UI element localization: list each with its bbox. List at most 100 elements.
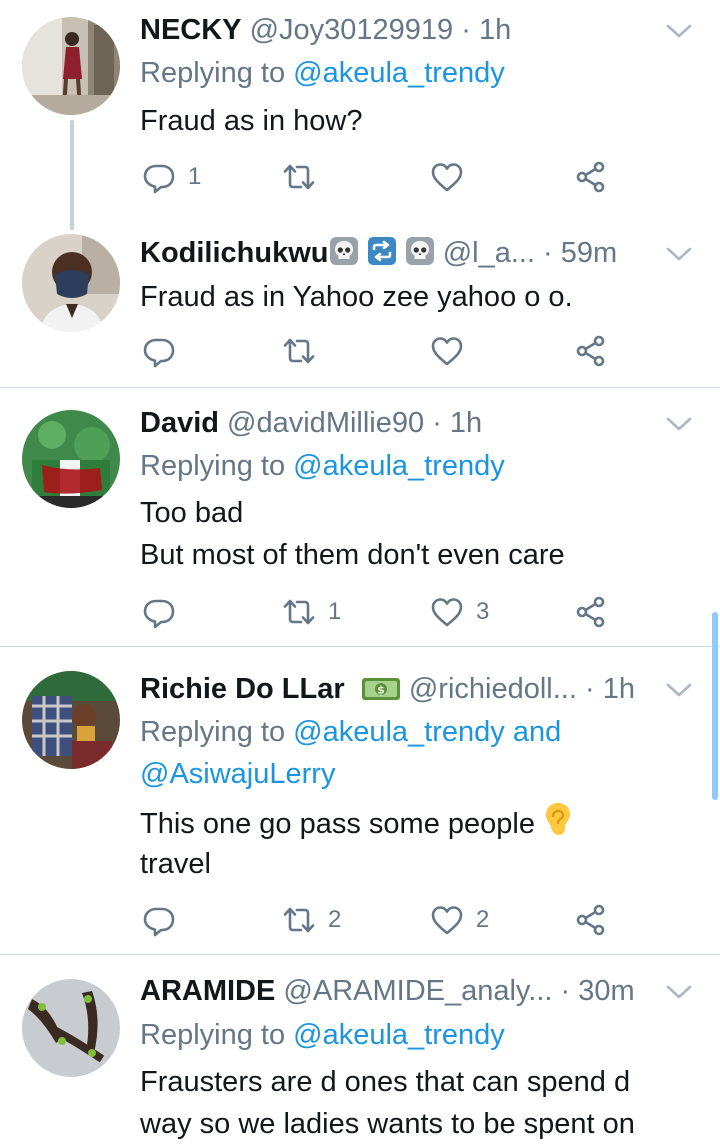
retweet-icon	[282, 903, 316, 937]
timestamp: 59m	[560, 237, 618, 269]
ear-emoji-icon	[546, 803, 571, 835]
reply-icon	[142, 595, 176, 629]
tweet-david[interactable]: David @davidMillie90 · 1h Replying to @a…	[0, 388, 720, 646]
share-icon	[574, 903, 608, 937]
like-button[interactable]: 2	[430, 900, 489, 940]
display-name[interactable]: ARAMIDE	[140, 975, 275, 1007]
tweet-text: But most of them don't even care	[140, 539, 565, 571]
share-icon	[574, 334, 608, 368]
reply-button[interactable]	[142, 331, 188, 371]
display-name[interactable]: NECKY	[140, 14, 242, 46]
chevron-down-icon[interactable]	[664, 414, 694, 434]
share-button[interactable]	[574, 157, 608, 197]
tweet-header: Richie Do LLar @richiedoll... · 1h	[140, 669, 660, 709]
reply-count: 1	[188, 163, 202, 190]
tweet-text: travel	[140, 848, 211, 880]
like-button[interactable]	[430, 157, 464, 197]
separator: ·	[453, 14, 479, 46]
tweet-kodilichukwu[interactable]: Kodilichukwu @l_a... · 59m Fraud as in Y…	[0, 230, 720, 387]
retweet-count: 1	[328, 598, 342, 625]
chevron-down-icon[interactable]	[664, 21, 694, 41]
reply-icon	[142, 334, 176, 368]
tweet-text: way so we ladies wants to be spent on	[140, 1108, 635, 1140]
display-name[interactable]: Kodilichukwu	[140, 237, 329, 269]
action-bar: 1 3	[0, 592, 720, 632]
replying-to: Replying to @akeula_trendy	[140, 1019, 505, 1051]
user-handle[interactable]: @richiedoll...	[409, 673, 577, 705]
share-button[interactable]	[574, 331, 608, 371]
timestamp: 1h	[449, 407, 483, 439]
retweet-icon	[282, 595, 316, 629]
action-bar: 2 2	[0, 900, 720, 940]
skull-emoji-icon	[329, 236, 359, 266]
mention-link[interactable]: @AsiwajuLerry	[140, 758, 335, 790]
user-handle[interactable]: @l_a...	[443, 237, 535, 269]
retweet-button[interactable]: 2	[282, 900, 341, 940]
tweet-text: Too bad	[140, 497, 244, 529]
separator: ·	[576, 673, 603, 705]
retweet-button[interactable]	[282, 157, 316, 197]
repeat-emoji-icon	[367, 236, 397, 266]
reply-icon	[142, 160, 176, 194]
chevron-down-icon[interactable]	[664, 680, 694, 700]
tweet-necky[interactable]: NECKY @Joy30129919 · 1h Replying to @ake…	[0, 0, 720, 230]
retweet-count: 2	[328, 906, 342, 933]
tweet-aramide[interactable]: ARAMIDE @ARAMIDE_analy... · 30m Replying…	[0, 955, 720, 1148]
user-handle[interactable]: @Joy30129919	[250, 14, 454, 46]
reply-button[interactable]: 1	[142, 157, 201, 197]
share-icon	[574, 160, 608, 194]
tweet-text: Fraud as in how?	[140, 105, 363, 137]
like-count: 3	[476, 598, 490, 625]
reply-icon	[142, 903, 176, 937]
retweet-button[interactable]	[282, 331, 316, 371]
tweet-text: Frausters are d ones that can spend d	[140, 1066, 631, 1098]
scrollbar[interactable]	[712, 612, 718, 800]
like-icon	[430, 595, 464, 629]
mention-link[interactable]: @akeula_trendy	[293, 57, 505, 89]
tweet-text: Fraud as in Yahoo zee yahoo o o.	[140, 281, 573, 313]
reply-button[interactable]	[142, 900, 188, 940]
like-icon	[430, 903, 464, 937]
user-handle[interactable]: @davidMillie90	[227, 407, 424, 439]
mention-link[interactable]: @akeula_trendy and	[293, 716, 561, 748]
replying-to: Replying to @akeula_trendy	[140, 57, 505, 89]
retweet-icon	[282, 334, 316, 368]
timestamp: 30m	[578, 975, 635, 1007]
mention-link[interactable]: @akeula_trendy	[293, 1019, 505, 1051]
like-icon	[430, 160, 464, 194]
like-icon	[430, 334, 464, 368]
display-name[interactable]: Richie Do LLar	[140, 673, 345, 705]
like-button[interactable]	[430, 331, 464, 371]
timestamp: 1h	[478, 14, 512, 46]
avatar[interactable]	[22, 979, 120, 1077]
avatar[interactable]	[22, 671, 120, 769]
separator: ·	[424, 407, 450, 439]
tweet-header: David @davidMillie90 · 1h	[140, 403, 660, 443]
retweet-button[interactable]: 1	[282, 592, 341, 632]
replying-to: Replying to @akeula_trendy	[140, 450, 505, 482]
tweet-header: Kodilichukwu @l_a... · 59m	[140, 233, 660, 273]
timestamp: 1h	[602, 673, 635, 705]
chevron-down-icon[interactable]	[664, 244, 694, 264]
separator: ·	[535, 237, 561, 269]
like-button[interactable]: 3	[430, 592, 489, 632]
share-button[interactable]	[574, 900, 608, 940]
skull-emoji-icon	[405, 236, 435, 266]
avatar[interactable]	[22, 17, 120, 115]
separator: ·	[552, 975, 579, 1007]
action-bar: 1	[0, 157, 720, 197]
chevron-down-icon[interactable]	[664, 982, 694, 1002]
share-button[interactable]	[574, 592, 608, 632]
retweet-icon	[282, 160, 316, 194]
avatar[interactable]	[22, 234, 120, 332]
user-handle[interactable]: @ARAMIDE_analy...	[283, 975, 552, 1007]
replying-to-continued: @AsiwajuLerry	[140, 753, 690, 795]
tweet-header: NECKY @Joy30129919 · 1h	[140, 10, 660, 50]
avatar[interactable]	[22, 410, 120, 508]
tweet-richie[interactable]: Richie Do LLar @richiedoll... · 1h Reply…	[0, 647, 720, 954]
tweet-header: ARAMIDE @ARAMIDE_analy... · 30m	[140, 971, 660, 1011]
dollar-banknote-emoji-icon	[361, 676, 401, 702]
mention-link[interactable]: @akeula_trendy	[293, 450, 505, 482]
display-name[interactable]: David	[140, 407, 219, 439]
reply-button[interactable]	[142, 592, 188, 632]
